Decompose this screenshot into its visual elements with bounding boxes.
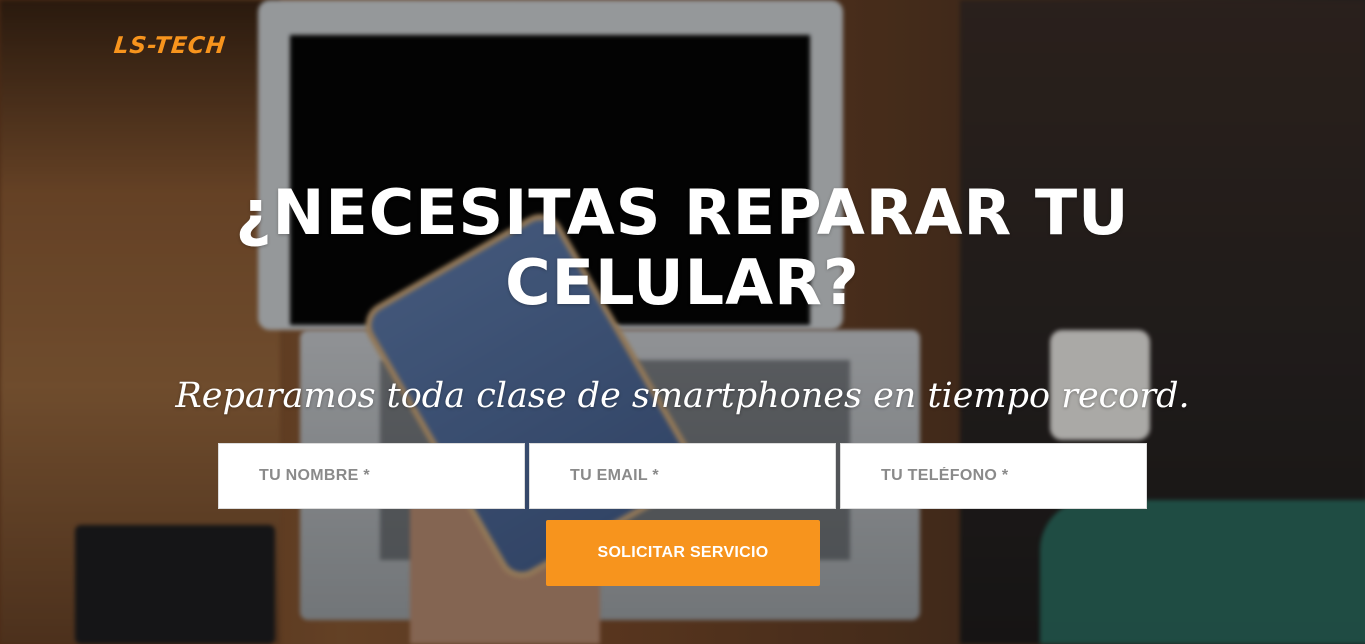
request-service-button[interactable]: SOLICITAR SERVICIO [546,520,820,586]
hero-subheadline: Reparamos toda clase de smartphones en t… [175,376,1190,416]
name-input[interactable] [218,443,525,509]
email-input[interactable] [529,443,836,509]
site-logo[interactable]: LS-TECH [113,33,228,59]
hero-headline: ¿NECESITAS REPARAR TU CELULAR? [235,176,1130,319]
phone-input[interactable] [840,443,1147,509]
hero-section: LS-TECH ¿NECESITAS REPARAR TU CELULAR? R… [0,0,1365,644]
service-request-form: SOLICITAR SERVICIO [218,443,1148,588]
